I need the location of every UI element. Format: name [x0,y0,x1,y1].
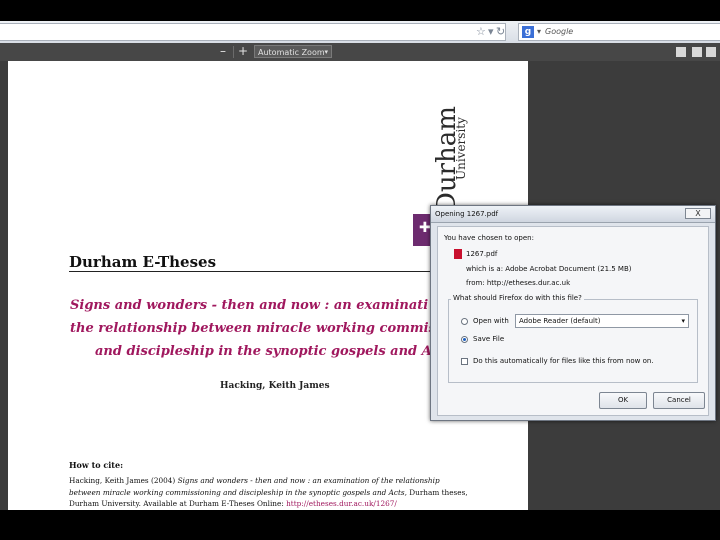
star-icon[interactable]: ☆ [476,24,486,40]
google-icon[interactable]: g [522,26,534,38]
reload-icon[interactable]: ↻ [496,24,505,40]
repository-title: Durham E-Theses [69,253,217,271]
citation-title-italic-2: between miracle working commissioning an… [69,488,407,497]
bottom-black-bar [0,510,720,540]
action-fieldset: What should Firefox do with this file? O… [448,294,698,383]
auto-action-label: Do this automatically for files like thi… [473,357,654,365]
fullscreen-icon[interactable] [676,47,686,57]
url-bar[interactable]: ☆ ▾ ↻ [0,23,506,41]
toolbar-separator [233,46,234,58]
dropdown-icon[interactable]: ▾ [537,24,541,40]
zoom-in-button[interactable]: + [236,44,250,59]
open-with-app-value: Adobe Reader (default) [519,317,601,325]
chosen-to-open-text: You have chosen to open: [444,234,534,242]
cancel-button[interactable]: Cancel [653,392,705,409]
cross-icon: ✚ [419,220,431,236]
citation-line-1: Hacking, Keith James (2004) Signs and wo… [69,476,440,485]
author-name: Hacking, Keith James [220,381,330,391]
title-divider [69,271,431,272]
citation-title-italic: Signs and wonders - then and now : an ex… [177,476,440,485]
zoom-out-button[interactable]: – [216,44,230,59]
citation-prefix: Hacking, Keith James (2004) [69,476,178,485]
open-with-app-select[interactable]: Adobe Reader (default) ▾ [515,314,689,328]
chevron-down-icon: ▾ [324,48,328,56]
pdf-toolbar: – + Automatic Zoom ▾ [0,43,720,61]
thesis-title-line-2: the relationship between miracle working… [70,321,457,336]
ok-button[interactable]: OK [599,392,647,409]
citation-link[interactable]: http://etheses.dur.ac.uk/1267/ [286,499,397,508]
open-with-label: Open with [473,317,509,325]
top-black-bar [0,0,720,21]
pdf-file-icon [454,249,462,259]
chevron-down-icon: ▾ [681,317,685,325]
file-type: which is a: Adobe Acrobat Document (21.5… [466,265,632,273]
dropdown-icon[interactable]: ▾ [488,24,494,40]
file-source: from: http://etheses.dur.ac.uk [466,279,571,287]
open-file-icon[interactable] [692,47,702,57]
auto-action-checkbox[interactable] [461,358,468,365]
zoom-level-text: Automatic Zoom [258,48,325,57]
dialog-body: You have chosen to open: 1267.pdf which … [437,226,709,416]
action-question: What should Firefox do with this file? [451,294,584,302]
print-icon[interactable] [706,47,716,57]
close-button[interactable]: X [685,208,711,219]
search-box[interactable]: g ▾ Google [518,23,720,41]
zoom-select[interactable]: Automatic Zoom ▾ [254,45,332,58]
how-to-cite-heading: How to cite: [69,460,124,470]
open-with-radio[interactable] [461,318,468,325]
opening-file-dialog: Opening 1267.pdf X You have chosen to op… [430,205,716,421]
thesis-title-line-3: and discipleship in the synoptic gospels… [95,344,446,359]
citation-availability: Durham University. Available at Durham E… [69,499,287,508]
save-file-radio[interactable] [461,336,468,343]
citation-line-3: Durham University. Available at Durham E… [69,499,397,508]
university-logo-text: University [454,117,468,180]
dialog-titlebar: Opening 1267.pdf X [431,206,715,223]
save-file-label: Save File [473,335,505,343]
search-engine-placeholder: Google [545,27,574,36]
dialog-title: Opening 1267.pdf [435,210,499,218]
thesis-title-line-1: Signs and wonders - then and now : an ex… [70,298,429,313]
file-name: 1267.pdf [466,250,498,258]
citation-line-2: between miracle working commissioning an… [69,488,468,497]
browser-nav-bar: ☆ ▾ ↻ g ▾ Google [0,21,720,44]
citation-line-2-tail: Durham theses, [406,488,468,497]
